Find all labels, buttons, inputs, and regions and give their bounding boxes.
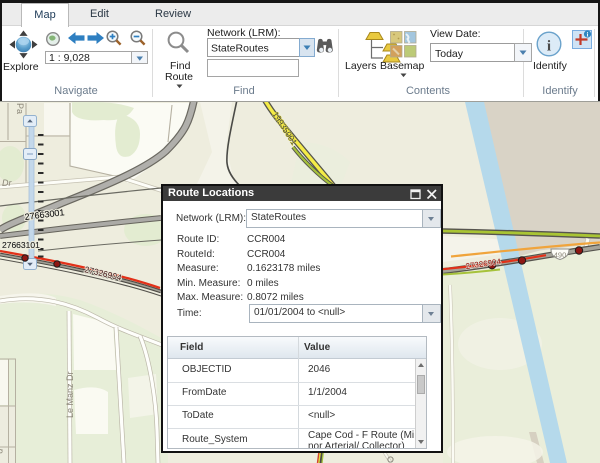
svg-text:Explore: Explore [3,61,39,73]
svg-text:i: i [547,39,551,55]
svg-text:490: 490 [554,250,567,259]
svg-text:Identify: Identify [542,85,578,97]
svg-text:Pa: Pa [15,103,25,114]
svg-text:27663101: 27663101 [2,240,40,250]
svg-text:1 : 9,028: 1 : 9,028 [49,52,90,64]
svg-text:i: i [587,32,589,39]
svg-text:Identify: Identify [533,60,568,72]
svg-text:Contents: Contents [406,85,451,97]
svg-text:Navigate: Navigate [54,85,97,97]
svg-text:Route: Route [165,71,193,83]
svg-text:Today: Today [435,48,464,60]
svg-text:Find: Find [233,85,254,97]
svg-text:StateRoutes: StateRoutes [211,43,269,55]
svg-text:View Date:: View Date: [430,28,481,40]
svg-text:Network (LRM):: Network (LRM): [207,27,281,39]
svg-text:Basemap: Basemap [380,60,425,72]
svg-text:Dr: Dr [2,178,12,188]
svg-text:Layers: Layers [345,60,377,72]
svg-text:Le Manz Dr: Le Manz Dr [65,371,75,418]
